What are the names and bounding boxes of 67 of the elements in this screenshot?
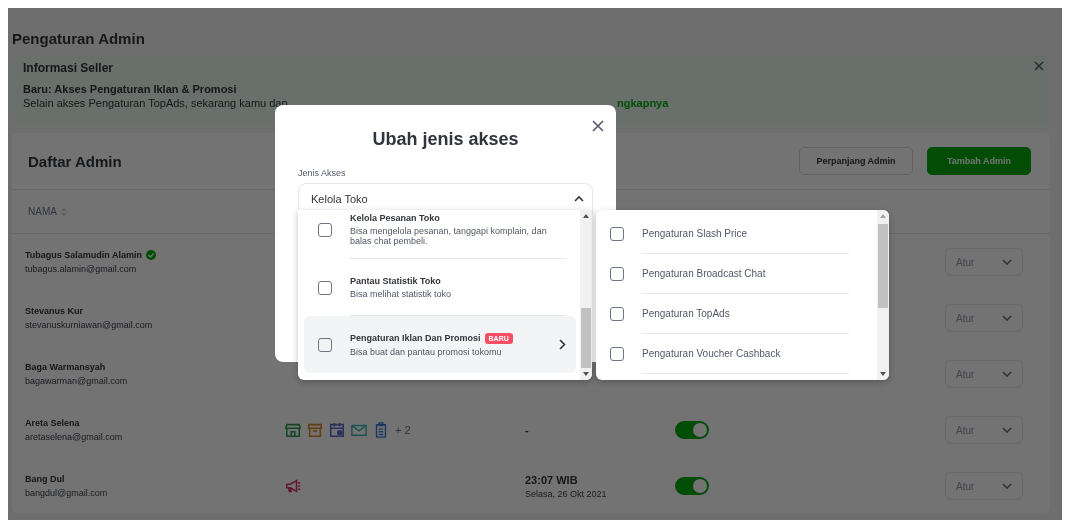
checkbox[interactable] <box>610 307 624 321</box>
modal-title: Ubah jenis akses <box>371 129 520 150</box>
close-icon[interactable] <box>592 120 604 132</box>
option-title: Kelola Pesanan Toko <box>350 213 440 223</box>
checkbox[interactable] <box>610 347 624 361</box>
admin-email: bangdul@gmail.com <box>25 488 109 498</box>
option-title: Pantau Statistik Toko <box>350 275 441 286</box>
checkbox[interactable] <box>318 223 332 237</box>
login-date: Selasa, 26 Okt 2021 <box>525 488 608 499</box>
megaphone-icon <box>285 478 301 494</box>
close-icon[interactable] <box>1032 59 1046 73</box>
chevron-down-icon <box>1002 314 1012 322</box>
mail-icon <box>351 422 367 438</box>
column-header[interactable]: NAMA <box>28 206 57 217</box>
checkbox[interactable] <box>318 280 332 295</box>
chevron-right-icon <box>559 339 566 350</box>
calendar-icon <box>329 422 345 438</box>
admin-email: stevanuskurniawan@gmail.com <box>25 320 154 330</box>
sub-option-label: Pengaturan Slash Price <box>642 228 749 239</box>
chevron-down-icon <box>1002 370 1012 378</box>
login-time: 23:07 WIB <box>525 473 579 486</box>
admin-name: Areta Selena <box>25 418 80 428</box>
clipboard-icon <box>373 422 389 438</box>
sub-option[interactable]: Pengaturan Broadcast Chat <box>610 254 849 294</box>
option-description: Bisa mengelola pesanan, tanggapi komplain, dan balas chat pembeli. <box>350 226 548 246</box>
add-admin-button[interactable]: Tambah Admin <box>927 147 1031 175</box>
sub-option[interactable]: Pengaturan TopAds <box>610 294 849 334</box>
admin-name: Bang Dul <box>25 474 65 484</box>
admin-name: Tubagus Salamudin Alamin <box>25 250 142 260</box>
checkbox[interactable] <box>610 227 624 241</box>
scroll-up-icon[interactable] <box>583 214 589 218</box>
sub-option[interactable]: Pengaturan Voucher Cashback <box>610 334 849 374</box>
scrollbar[interactable] <box>877 210 889 380</box>
chevron-down-icon <box>1002 482 1012 490</box>
page-title: Pengaturan Admin <box>11 29 146 49</box>
banner-heading: Informasi Seller <box>23 61 115 75</box>
scroll-down-icon[interactable] <box>583 372 589 376</box>
banner-title: Baru: Akses Pengaturan Iklan & Promosi <box>23 83 238 95</box>
status-toggle[interactable] <box>675 421 709 439</box>
checkbox[interactable] <box>610 267 624 281</box>
scroll-down-icon[interactable] <box>880 372 886 376</box>
checkbox[interactable] <box>318 337 332 352</box>
option-description: Bisa buat dan pantau promosi tokomu <box>350 346 503 357</box>
scrollbar[interactable] <box>580 210 592 380</box>
sub-option[interactable]: Pengaturan Slash Price <box>610 214 849 254</box>
login-time: - <box>525 424 530 436</box>
sub-option-label: Pengaturan TopAds <box>642 308 731 319</box>
admin-name: Baga Warmansyah <box>25 362 106 372</box>
extend-admin-button[interactable]: Perpanjang Admin <box>799 147 913 175</box>
chevron-down-icon <box>1002 426 1012 434</box>
store-icon <box>285 422 301 438</box>
box-icon <box>307 422 323 438</box>
sub-option-label: Pengaturan Voucher Cashback <box>642 348 782 359</box>
admin-email: aretaselena@gmail.com <box>25 432 124 442</box>
banner-link[interactable]: ngkapnya <box>617 97 1039 109</box>
admin-email: tubagus.alamin@gmail.com <box>25 264 138 274</box>
status-toggle[interactable] <box>675 477 709 495</box>
admin-name: Stevanus Kur <box>25 306 84 316</box>
field-label: Jenis Akses <box>298 168 347 178</box>
more-count: + 2 <box>395 424 411 436</box>
card-title: Daftar Admin <box>28 152 123 170</box>
option-description: Bisa melihat statistik toko <box>350 288 453 299</box>
chevron-down-icon <box>1002 258 1012 266</box>
option-title: Pengaturan Iklan Dan Promosi <box>350 333 481 343</box>
admin-email: bagawarman@gmail.com <box>25 376 129 386</box>
sub-option-label: Pengaturan Broadcast Chat <box>642 268 767 279</box>
chevron-up-icon <box>574 195 584 202</box>
